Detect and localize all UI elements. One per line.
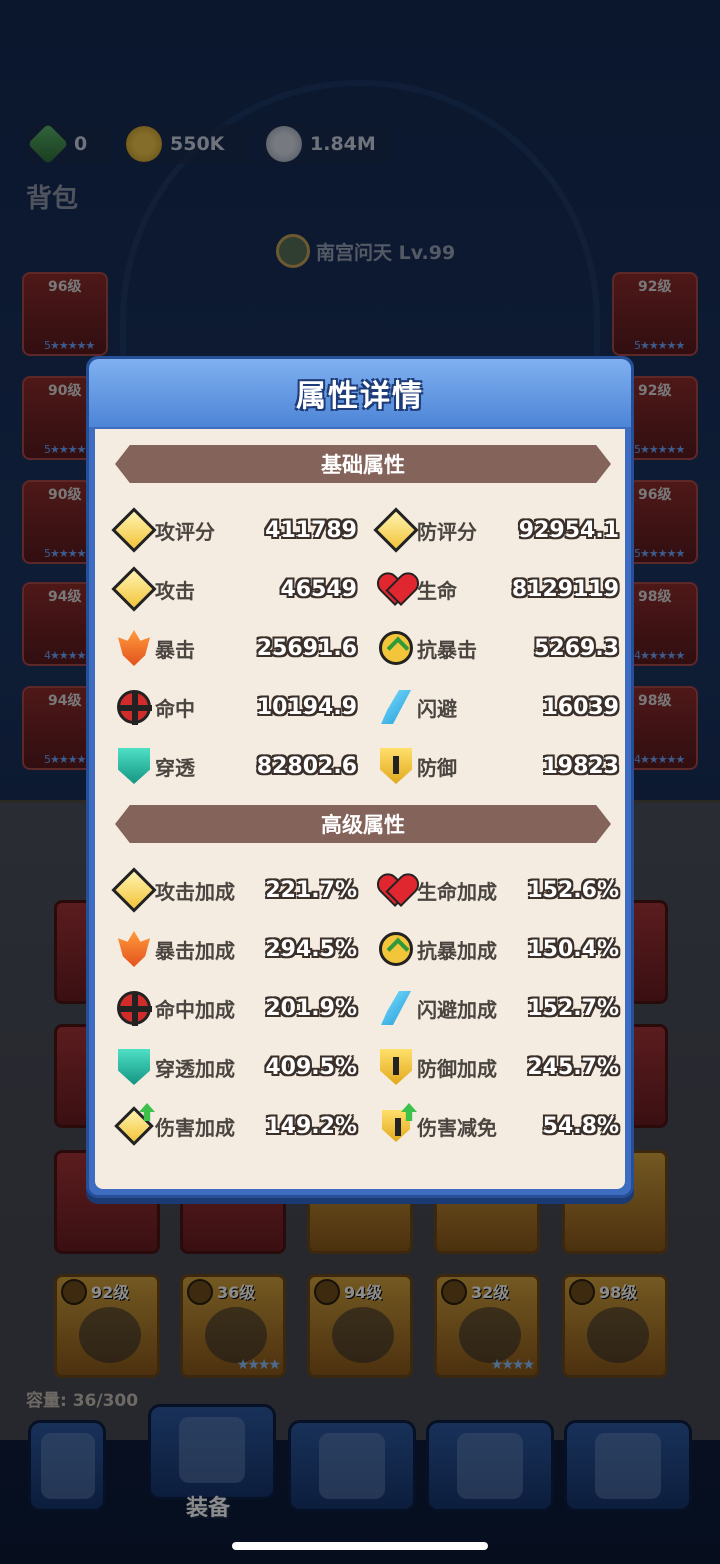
- basic-attributes-header: 基础属性: [115, 445, 611, 483]
- target-icon: [113, 686, 155, 728]
- feather-icon: [375, 686, 417, 728]
- stat-name: 生命: [417, 578, 457, 603]
- stat-value: 25691.6: [256, 635, 357, 661]
- stat-row: 暴击 25691.6: [113, 625, 357, 671]
- stat-row: 伤害加成 149.2%: [113, 1103, 357, 1149]
- feather-icon: [375, 987, 417, 1029]
- stat-row: 闪避 16039: [375, 684, 619, 730]
- stat-name: 攻击: [155, 578, 195, 603]
- stat-row: 攻击加成 221.7%: [111, 867, 357, 913]
- dialog-body: 基础属性 攻评分 411789 防评分 92954.1 攻击 46549 生命 8129…: [95, 429, 625, 1189]
- stat-value: 19823: [542, 753, 619, 779]
- stat-name: 抗暴击: [417, 637, 477, 662]
- stat-row: 生命加成 152.6%: [375, 867, 619, 913]
- gold-diamond-icon: [111, 507, 157, 553]
- stat-name: 攻击加成: [155, 879, 235, 904]
- stat-name: 攻评分: [155, 519, 215, 544]
- stat-value: 150.4%: [527, 936, 619, 962]
- stat-row: 防御加成 245.7%: [375, 1044, 619, 1090]
- stat-value: 245.7%: [527, 1054, 619, 1080]
- stat-row: 攻评分 411789: [111, 507, 357, 553]
- stat-name: 伤害减免: [417, 1115, 497, 1140]
- stat-value: 294.5%: [265, 936, 357, 962]
- stat-value: 16039: [542, 694, 619, 720]
- fire-icon: [113, 928, 155, 970]
- stat-row: 命中加成 201.9%: [113, 985, 357, 1031]
- heart-icon: [375, 568, 417, 610]
- damage-up-icon: [113, 1103, 155, 1147]
- stat-value: 92954.1: [518, 517, 619, 543]
- attribute-detail-dialog: 属性详情 基础属性 攻评分 411789 防评分 92954.1 攻击 46549 生…: [86, 356, 634, 1198]
- stat-name: 闪避加成: [417, 997, 497, 1022]
- dialog-header: 属性详情: [89, 359, 631, 427]
- stat-row: 抗暴加成 150.4%: [375, 926, 619, 972]
- stat-value: 409.5%: [265, 1054, 357, 1080]
- stat-name: 暴击加成: [155, 938, 235, 963]
- teal-shield-icon: [113, 745, 155, 787]
- stat-value: 152.7%: [527, 995, 619, 1021]
- stat-row: 命中 10194.9: [113, 684, 357, 730]
- stat-row: 穿透 82802.6: [113, 743, 357, 789]
- stat-value: 5269.3: [534, 635, 619, 661]
- fire-icon: [113, 627, 155, 669]
- heart-icon: [375, 869, 417, 911]
- stat-value: 82802.6: [256, 753, 357, 779]
- stat-name: 暴击: [155, 637, 195, 662]
- chevron-shield-icon: [375, 627, 417, 669]
- teal-shield-icon: [113, 1046, 155, 1088]
- stat-row: 穿透加成 409.5%: [113, 1044, 357, 1090]
- stat-name: 伤害加成: [155, 1115, 235, 1140]
- stat-value: 152.6%: [527, 877, 619, 903]
- damage-reduction-icon: [375, 1103, 417, 1147]
- section-title: 高级属性: [321, 813, 405, 837]
- stat-row: 抗暴击 5269.3: [375, 625, 619, 671]
- stat-value: 149.2%: [265, 1113, 357, 1139]
- stat-name: 抗暴加成: [417, 938, 497, 963]
- stat-row: 防评分 92954.1: [373, 507, 619, 553]
- stat-value: 221.7%: [265, 877, 357, 903]
- stat-name: 命中: [155, 696, 195, 721]
- advanced-attributes-header: 高级属性: [115, 805, 611, 843]
- stat-row: 伤害减免 54.8%: [375, 1103, 619, 1149]
- stat-value: 201.9%: [265, 995, 357, 1021]
- stat-row: 攻击 46549: [111, 566, 357, 612]
- stat-value: 54.8%: [542, 1113, 619, 1139]
- stat-value: 10194.9: [256, 694, 357, 720]
- home-indicator[interactable]: [232, 1542, 488, 1550]
- stat-name: 生命加成: [417, 879, 497, 904]
- gold-diamond-icon: [111, 867, 157, 913]
- dialog-title: 属性详情: [296, 379, 424, 414]
- stat-value: 411789: [265, 517, 357, 543]
- gold-shield-icon: [375, 745, 417, 787]
- stat-value: 46549: [280, 576, 357, 602]
- stat-name: 防御: [417, 755, 457, 780]
- stat-value: 8129119: [511, 576, 619, 602]
- gold-shield-icon: [375, 1046, 417, 1088]
- target-icon: [113, 987, 155, 1029]
- stat-name: 防评分: [417, 519, 477, 544]
- gold-diamond-icon: [373, 507, 419, 553]
- stat-name: 闪避: [417, 696, 457, 721]
- stat-name: 穿透: [155, 755, 195, 780]
- stat-row: 生命 8129119: [375, 566, 619, 612]
- stat-row: 闪避加成 152.7%: [375, 985, 619, 1031]
- section-title: 基础属性: [321, 453, 405, 477]
- stat-name: 命中加成: [155, 997, 235, 1022]
- chevron-shield-icon: [375, 928, 417, 970]
- stat-row: 暴击加成 294.5%: [113, 926, 357, 972]
- stat-name: 防御加成: [417, 1056, 497, 1081]
- gold-diamond-icon: [111, 566, 157, 612]
- stat-row: 防御 19823: [375, 743, 619, 789]
- stat-name: 穿透加成: [155, 1056, 235, 1081]
